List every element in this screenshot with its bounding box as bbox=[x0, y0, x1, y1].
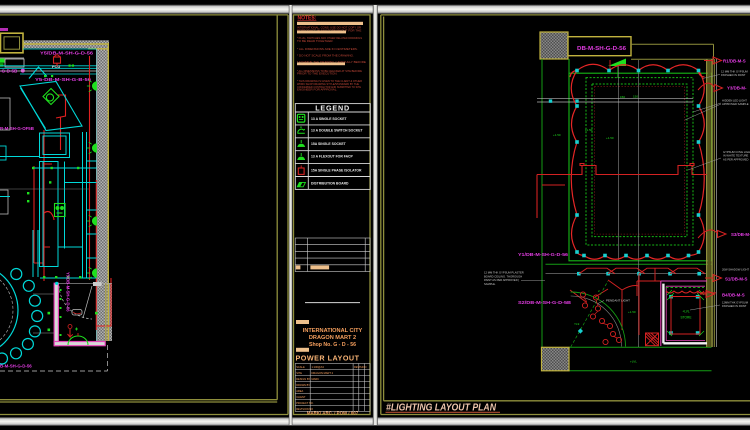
svg-text:150: 150 bbox=[633, 95, 638, 99]
svg-text:PROJECT NO.: PROJECT NO. bbox=[296, 401, 314, 405]
svg-text:B-M-SH-G-D-56: B-M-SH-G-D-56 bbox=[0, 364, 32, 369]
svg-text:Y1/DB-M-SH-G-D-56: Y1/DB-M-SH-G-D-56 bbox=[518, 252, 569, 257]
svg-text:SAMPLE.: SAMPLE. bbox=[484, 282, 496, 286]
svg-text:REVISION: REVISION bbox=[354, 365, 367, 369]
svg-text:LEGEND: LEGEND bbox=[315, 104, 350, 113]
svg-text:11.50: 11.50 bbox=[585, 128, 593, 132]
svg-text:12 MM THK GYPSUM: 12 MM THK GYPSUM bbox=[721, 70, 748, 74]
svg-text:+LVL: +LVL bbox=[682, 310, 690, 314]
svg-text:Y5/DB-M-SH-G-D-56: Y5/DB-M-SH-G-D-56 bbox=[40, 51, 94, 56]
svg-text:PENDANT LIGHT: PENDANT LIGHT bbox=[606, 299, 630, 303]
svg-text:INTERNATIONAL CITY: INTERNATIONAL CITY bbox=[303, 328, 363, 334]
svg-text:13 A FLEXOUT FOR FACP: 13 A FLEXOUT FOR FACP bbox=[311, 155, 353, 159]
svg-text:ENGINEER FOR APPROVAL.: ENGINEER FOR APPROVAL. bbox=[297, 88, 337, 92]
svg-text:+LVL: +LVL bbox=[630, 360, 637, 364]
svg-text:S1/DB-M-S: S1/DB-M-S bbox=[725, 277, 748, 282]
svg-text:GYPSUM COVE LIGHT: GYPSUM COVE LIGHT bbox=[723, 150, 750, 154]
svg-text:HIDDEN LED LIGHT: HIDDEN LED LIGHT bbox=[722, 99, 747, 103]
svg-text:-G-D-5B: -G-D-5B bbox=[0, 69, 18, 74]
svg-text:13 A SINGLE SOCKET: 13 A SINGLE SOCKET bbox=[311, 117, 347, 121]
svg-text:S2/DB-M-SH-G-D-5B: S2/DB-M-SH-G-D-5B bbox=[518, 300, 571, 305]
svg-text:S3/DB-M-: S3/DB-M- bbox=[731, 232, 750, 237]
svg-text:MARK/ ARC. / POW / 007: MARK/ ARC. / POW / 007 bbox=[307, 411, 359, 416]
svg-text:15A SINGLE PHASE ISOLATOR: 15A SINGLE PHASE ISOLATOR bbox=[311, 168, 362, 172]
svg-text:DESIGN BY: DESIGN BY bbox=[296, 377, 310, 381]
svg-text:AS PER APPROVED: AS PER APPROVED bbox=[723, 157, 748, 161]
svg-text:YL9: YL9 bbox=[574, 322, 580, 326]
svg-text:FINISHED IN PAINT: FINISHED IN PAINT bbox=[722, 304, 747, 308]
svg-text:DRAGON MART 2: DRAGON MART 2 bbox=[312, 371, 334, 375]
svg-text:+1.50: +1.50 bbox=[606, 136, 614, 140]
svg-text:IN WHITE TEXTURE: IN WHITE TEXTURE bbox=[723, 154, 749, 158]
svg-text:CLIENT: CLIENT bbox=[296, 395, 306, 399]
svg-text:FCU: FCU bbox=[52, 64, 60, 69]
svg-text:DB-M-SH-G-D-56: DB-M-SH-G-D-56 bbox=[577, 46, 626, 52]
svg-text:R1/DB-M-S: R1/DB-M-S bbox=[723, 58, 746, 63]
svg-text:Y5-DB-M-SH-G-B-56: Y5-DB-M-SH-G-B-56 bbox=[35, 77, 92, 82]
svg-text:DRAGON MART 2: DRAGON MART 2 bbox=[309, 335, 356, 341]
svg-text:PAINT AS PER APPROVED [: PAINT AS PER APPROVED [ bbox=[484, 278, 519, 282]
svg-text:* DO NOT SCALE FROM THE DRAWIN: * DO NOT SCALE FROM THE DRAWING. bbox=[297, 54, 354, 58]
svg-text:PRIOR TO THE EXECUTION.: PRIOR TO THE EXECUTION. bbox=[297, 72, 338, 76]
svg-text:SITE: SITE bbox=[296, 371, 302, 375]
svg-text:NOTES:: NOTES: bbox=[298, 16, 317, 22]
svg-text:SCALE: SCALE bbox=[296, 365, 305, 369]
svg-text:BOARD CEILING. THOROUGH: BOARD CEILING. THOROUGH bbox=[484, 274, 522, 278]
svg-text:AREA: AREA bbox=[296, 389, 303, 393]
svg-text:* ALL DIMENSIONS ARE IN CENTIM: * ALL DIMENSIONS ARE IN CENTIMETERS. bbox=[297, 47, 358, 51]
svg-text:DISTRIBUTION BOARD: DISTRIBUTION BOARD bbox=[311, 182, 349, 186]
svg-text:TO BE READ TOGETHER.: TO BE READ TOGETHER. bbox=[297, 39, 334, 43]
svg-text:FINISHED IN PAINT: FINISHED IN PAINT bbox=[721, 73, 746, 77]
svg-text:STORE: STORE bbox=[681, 316, 692, 320]
svg-text:APPROVED SAMPLE: APPROVED SAMPLE bbox=[722, 102, 749, 106]
svg-text:POWER LAYOUT: POWER LAYOUT bbox=[295, 353, 359, 362]
svg-text:B4/DB-M-S: B4/DB-M-S bbox=[722, 293, 745, 298]
svg-text:13 A DOUBLE SWITCH SOCKET: 13 A DOUBLE SWITCH SOCKET bbox=[311, 129, 363, 133]
svg-text:15A SINGLE SOCKET: 15A SINGLE SOCKET bbox=[311, 142, 347, 146]
svg-text:+1.50: +1.50 bbox=[553, 133, 561, 137]
svg-text:Shop No. G - D - 56: Shop No. G - D - 56 bbox=[309, 342, 356, 348]
svg-text:1:100@A3: 1:100@A3 bbox=[312, 365, 325, 369]
svg-text:Y5/DB-M-SH-G-D-56: Y5/DB-M-SH-G-D-56 bbox=[66, 272, 71, 312]
svg-text:DRAWN BY: DRAWN BY bbox=[296, 383, 310, 387]
svg-text:20W SHADOW LIGHT: 20W SHADOW LIGHT bbox=[722, 268, 749, 272]
svg-text:12MM THK GYPSUM: 12MM THK GYPSUM bbox=[722, 301, 749, 305]
svg-text:MARK: MARK bbox=[312, 377, 320, 381]
svg-text:Y3/DB-M-: Y3/DB-M- bbox=[727, 86, 747, 91]
svg-text:150: 150 bbox=[620, 95, 625, 99]
svg-text:+1.50: +1.50 bbox=[628, 310, 636, 314]
svg-text:12 MM THK GYPSUM PLASTER: 12 MM THK GYPSUM PLASTER bbox=[484, 271, 524, 275]
